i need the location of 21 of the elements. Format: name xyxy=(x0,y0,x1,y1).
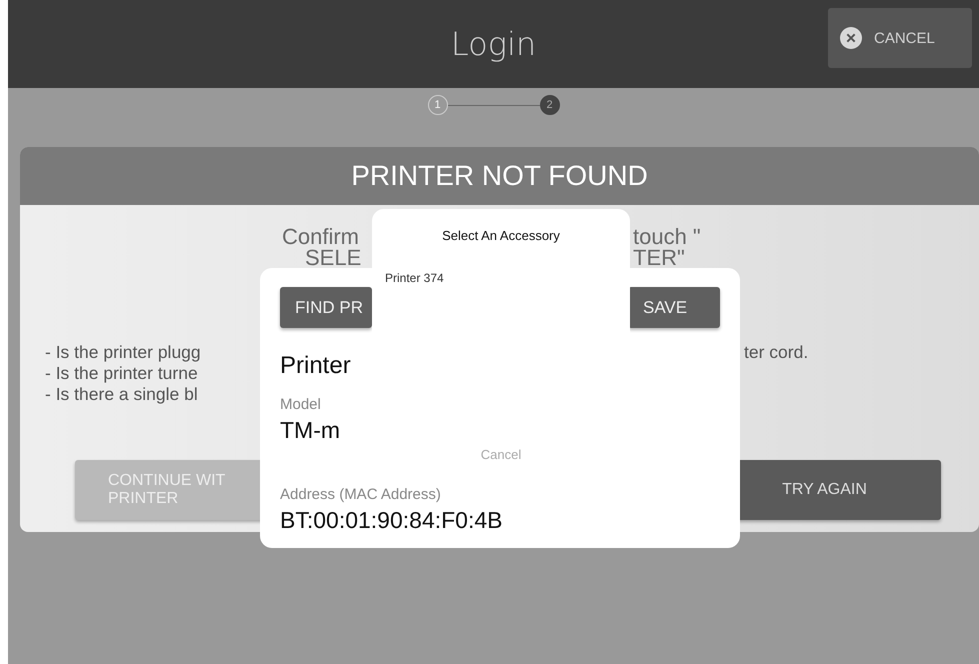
message-text: touch " xyxy=(633,226,701,247)
field-value: TM-m xyxy=(280,417,342,444)
save-button[interactable]: SAVE xyxy=(628,287,720,328)
sheet-title: Select An Accessory xyxy=(442,228,560,243)
step-indicator: 1 xyxy=(428,95,448,115)
alert-title: PRINTER NOT FOUND xyxy=(351,160,648,192)
cancel-button[interactable]: CANCEL xyxy=(828,8,972,68)
printer-name: Printer xyxy=(280,352,352,380)
message-text: TER" xyxy=(633,247,685,268)
message-text: Confirm xyxy=(282,226,360,247)
field-label: Model xyxy=(280,396,322,413)
find-printer-button[interactable]: FIND PR xyxy=(280,287,372,328)
message-text: SELE xyxy=(305,247,362,268)
close-icon xyxy=(840,27,862,49)
checklist-text: - Is the printer turne xyxy=(45,363,199,384)
header-title: Login xyxy=(450,25,536,63)
checklist-text: ter cord. xyxy=(744,342,808,363)
checklist-text: - Is there a single bl xyxy=(45,384,199,405)
step-indicator: 2 xyxy=(540,95,560,115)
checklist-text: - Is the printer plugg xyxy=(45,342,201,363)
accessory-item[interactable]: Printer 374 xyxy=(385,271,444,285)
